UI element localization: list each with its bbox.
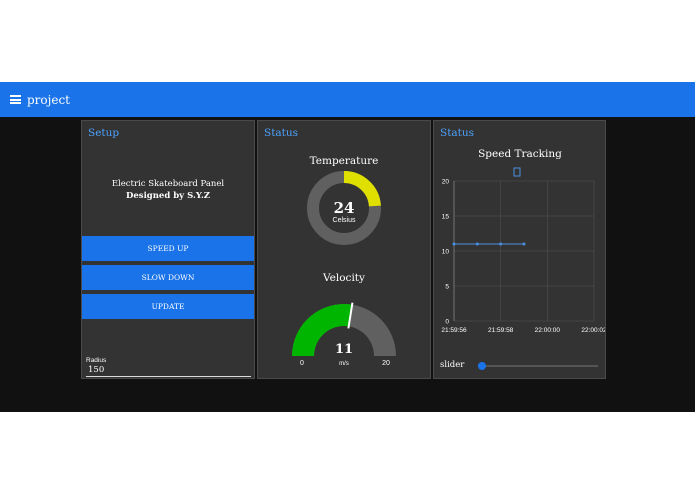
velocity-unit: m/s — [339, 361, 349, 367]
setup-card: Setup Electric Skateboard Panel Designed… — [81, 120, 255, 379]
app-title: project — [27, 92, 71, 107]
x-tick-label: 22:00:02 — [581, 327, 605, 334]
dashboard: Setup Electric Skateboard Panel Designed… — [0, 117, 695, 412]
legend-swatch — [513, 167, 521, 177]
menu-icon[interactable] — [10, 95, 21, 104]
radius-input[interactable] — [86, 364, 251, 377]
slider-track[interactable] — [477, 362, 598, 370]
update-button[interactable]: UPDATE — [82, 294, 254, 319]
status-gauges-card: Status Temperature 24 Celsius Velocity 1… — [257, 120, 431, 379]
data-point — [452, 242, 456, 246]
velocity-min-label: 0 — [300, 360, 304, 367]
radius-label: Radius — [86, 357, 107, 364]
slow-down-button[interactable]: SLOW DOWN — [82, 265, 254, 290]
y-tick-label: 10 — [442, 249, 450, 256]
x-tick-label: 21:59:58 — [488, 327, 514, 334]
top-bar: project — [0, 82, 695, 117]
data-point — [475, 242, 479, 246]
panel-designer: Designed by S.Y.Z — [126, 191, 210, 201]
status-gauges-title: Status — [264, 127, 299, 139]
status-chart-card: Status Speed Tracking 0 5 10 15 20 21:59:56 21:… — [433, 120, 606, 379]
velocity-value: 11 — [335, 342, 353, 357]
slider-label: slider — [440, 360, 465, 370]
setup-card-title: Setup — [88, 127, 120, 139]
speed-chart: Speed Tracking 0 5 10 15 20 21:59:56 21:59:58 22… — [441, 148, 605, 334]
temperature-unit: Celsius — [333, 217, 356, 224]
data-point — [499, 242, 503, 246]
velocity-title: Velocity — [323, 272, 365, 284]
x-tick-label: 22:00:00 — [535, 327, 561, 334]
velocity-gauge: 11 m/s 0 20 — [292, 302, 396, 367]
y-tick-label: 20 — [442, 179, 450, 186]
slider-thumb[interactable] — [477, 362, 486, 370]
data-point — [522, 242, 526, 246]
velocity-max-label: 20 — [382, 360, 390, 367]
temperature-title: Temperature — [309, 155, 379, 167]
x-tick-label: 21:59:56 — [441, 327, 467, 334]
y-tick-label: 5 — [445, 284, 449, 291]
temperature-gauge: 24 Celsius — [307, 171, 381, 245]
chart-title: Speed Tracking — [478, 148, 562, 160]
temperature-value: 24 — [334, 199, 355, 217]
panel-title: Electric Skateboard Panel — [111, 179, 225, 189]
status-chart-title: Status — [440, 127, 475, 139]
speed-up-button[interactable]: SPEED UP — [82, 236, 254, 261]
y-tick-label: 15 — [442, 214, 450, 221]
y-tick-label: 0 — [445, 319, 449, 326]
